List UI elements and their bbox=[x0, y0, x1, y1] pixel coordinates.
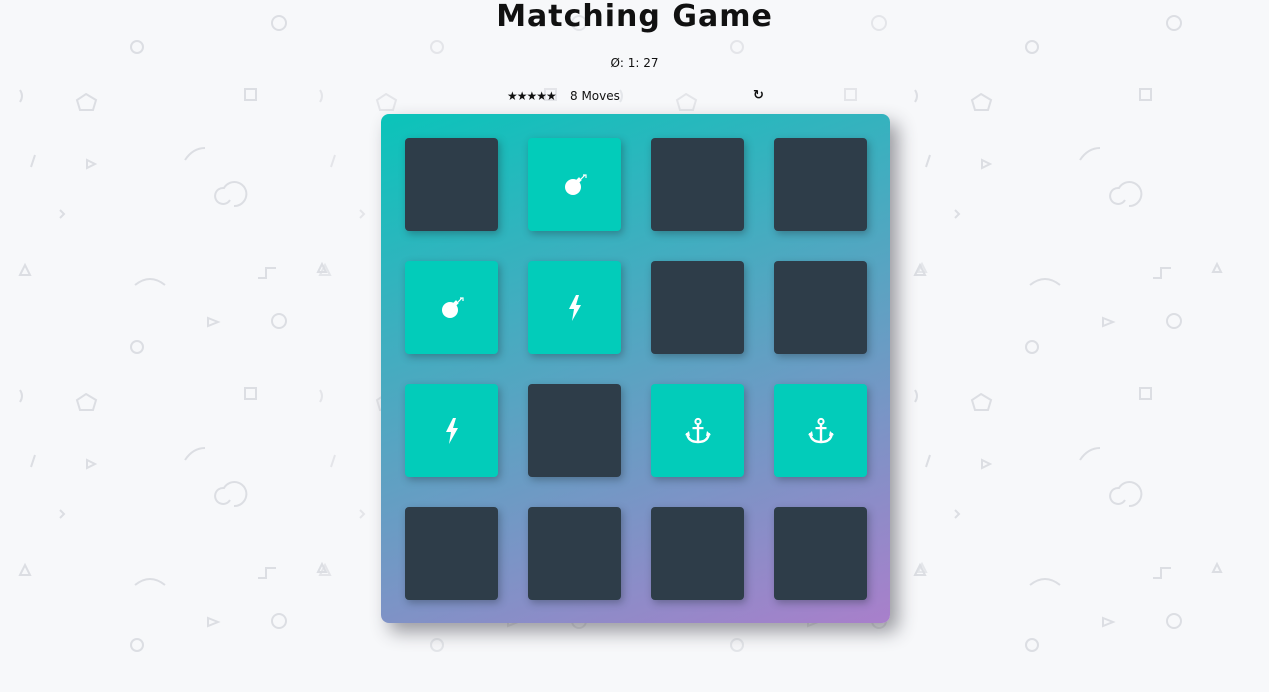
bomb-icon bbox=[562, 172, 588, 198]
card[interactable] bbox=[651, 384, 744, 477]
card[interactable] bbox=[405, 261, 498, 354]
anchor-icon bbox=[684, 417, 712, 445]
moves-counter: 8 Moves bbox=[570, 89, 620, 103]
card[interactable] bbox=[528, 384, 621, 477]
star-rating: ★★★★★ bbox=[507, 89, 557, 103]
restart-icon[interactable]: ↻ bbox=[753, 88, 764, 103]
page-title: Matching Game bbox=[496, 0, 773, 34]
card-deck bbox=[381, 114, 890, 623]
bolt-icon bbox=[445, 417, 459, 444]
card[interactable] bbox=[528, 261, 621, 354]
score-panel: ★★★★★ 8 Moves ↻ bbox=[507, 88, 767, 105]
card[interactable] bbox=[651, 138, 744, 231]
anchor-icon bbox=[807, 417, 835, 445]
card[interactable] bbox=[405, 384, 498, 477]
bolt-icon bbox=[568, 294, 582, 321]
card[interactable] bbox=[405, 507, 498, 600]
timer-display: Ø: 1: 27 bbox=[610, 56, 659, 70]
card[interactable] bbox=[405, 138, 498, 231]
card[interactable] bbox=[651, 507, 744, 600]
card[interactable] bbox=[528, 507, 621, 600]
card[interactable] bbox=[528, 138, 621, 231]
card[interactable] bbox=[774, 138, 867, 231]
card[interactable] bbox=[651, 261, 744, 354]
card[interactable] bbox=[774, 384, 867, 477]
bomb-icon bbox=[439, 295, 465, 321]
card[interactable] bbox=[774, 507, 867, 600]
card[interactable] bbox=[774, 261, 867, 354]
